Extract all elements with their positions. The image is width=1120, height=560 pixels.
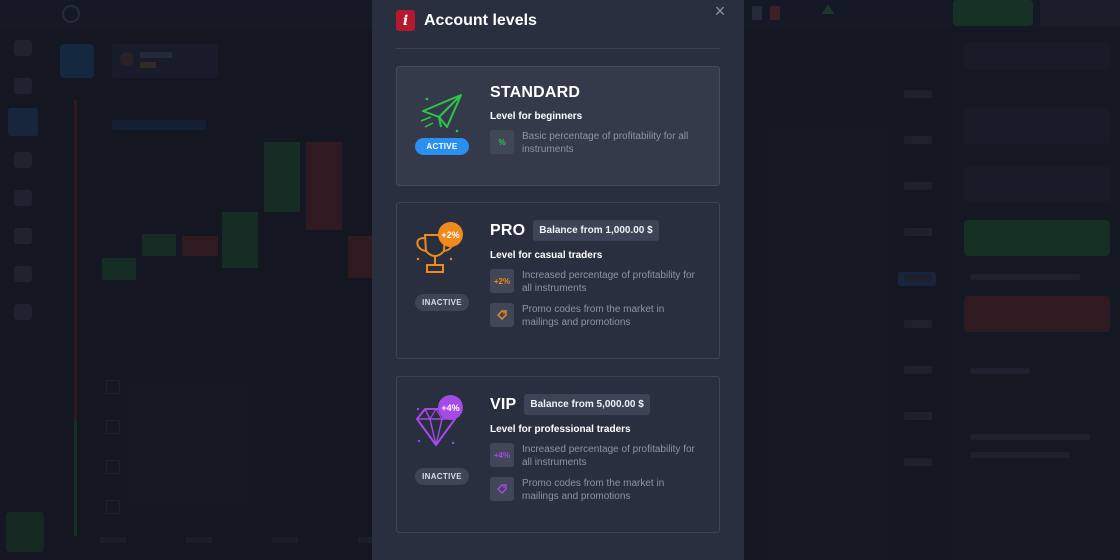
level-body: VIP Balance from 5,000.00 $ Level for pr… (490, 394, 702, 503)
level-card-pro: +2% INACTIVE PRO Balance from 1,000.00 $… (396, 202, 720, 359)
header-divider (396, 48, 720, 49)
info-icon: i (396, 10, 415, 31)
paper-plane-icon (417, 91, 465, 140)
level-name: VIP (490, 395, 517, 413)
modal-title: Account levels (424, 11, 537, 29)
close-icon[interactable]: × (712, 2, 728, 20)
feature-text: Promo codes from the market in mailings … (522, 304, 665, 328)
status-badge-inactive: INACTIVE (415, 294, 469, 311)
status-badge-inactive: INACTIVE (415, 468, 469, 485)
feature-item: +4% Increased percentage of profitabilit… (490, 443, 702, 469)
percent-bonus-icon: +2% (490, 269, 514, 293)
level-name: STANDARD (490, 84, 581, 101)
level-card-standard: ACTIVE STANDARD Level for beginners % Ba… (396, 66, 720, 186)
tag-icon (490, 477, 514, 501)
feature-item: % Basic percentage of profitability for … (490, 130, 702, 156)
balance-requirement-badge: Balance from 1,000.00 $ (533, 220, 659, 241)
feature-text: Increased percentage of profitability fo… (522, 444, 695, 468)
level-name-row: STANDARD (490, 84, 702, 102)
percent-bonus-icon: +4% (490, 443, 514, 467)
feature-item: +2% Increased percentage of profitabilit… (490, 269, 702, 295)
status-badge-active: ACTIVE (415, 138, 469, 155)
level-card-vip: +4% INACTIVE VIP Balance from 5,000.00 $… (396, 376, 720, 533)
bonus-bubble: +2% (438, 222, 463, 247)
feature-item: Promo codes from the market in mailings … (490, 477, 702, 503)
balance-requirement-badge: Balance from 5,000.00 $ (524, 394, 650, 415)
feature-item: Promo codes from the market in mailings … (490, 303, 702, 329)
feature-text: Basic percentage of profitability for al… (522, 131, 689, 155)
feature-text: Promo codes from the market in mailings … (522, 478, 665, 502)
level-description: Level for beginners (490, 111, 583, 122)
feature-text: Increased percentage of profitability fo… (522, 270, 695, 294)
level-name: PRO (490, 221, 526, 239)
level-body: STANDARD Level for beginners % Basic per… (490, 84, 702, 156)
level-description: Level for professional traders (490, 424, 631, 435)
percent-icon: % (490, 130, 514, 154)
account-levels-modal: i Account levels × ACTIVE STANDARD Level… (372, 0, 744, 560)
bonus-bubble: +4% (438, 395, 463, 420)
level-name-row: PRO Balance from 1,000.00 $ (490, 220, 702, 241)
level-description: Level for casual traders (490, 250, 603, 261)
level-name-row: VIP Balance from 5,000.00 $ (490, 394, 702, 415)
modal-header: i Account levels (396, 10, 537, 31)
tag-icon (490, 303, 514, 327)
level-body: PRO Balance from 1,000.00 $ Level for ca… (490, 220, 702, 329)
